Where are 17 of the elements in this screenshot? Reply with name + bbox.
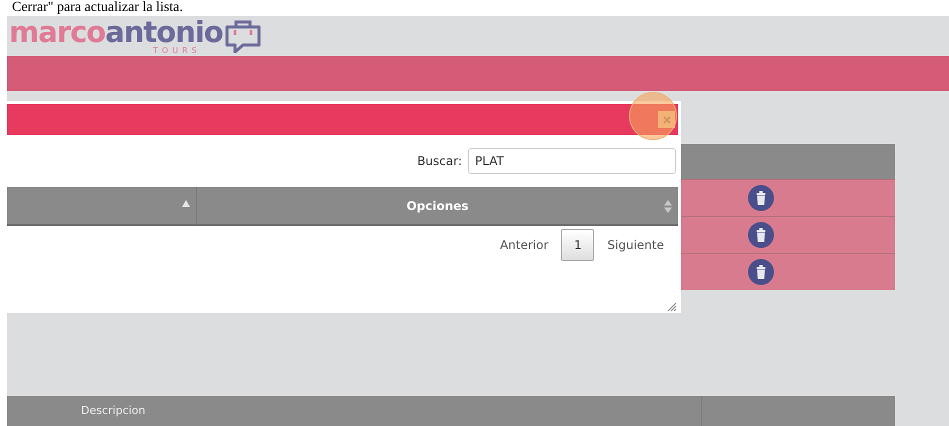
suitcase-chat-icon <box>222 19 263 53</box>
close-icon <box>662 116 670 124</box>
trash-icon[interactable] <box>748 185 774 211</box>
trash-icon[interactable] <box>748 259 774 285</box>
resize-grip-icon[interactable] <box>667 302 677 312</box>
sort-icon[interactable] <box>664 200 672 213</box>
search-field[interactable]: PLAT <box>468 148 676 174</box>
next-link[interactable]: Siguiente <box>607 236 664 254</box>
logo-tagline: TOURS <box>153 46 201 55</box>
logo-text: antonio <box>105 18 223 46</box>
trash-icon[interactable] <box>748 222 774 248</box>
logo-text: marco <box>9 18 106 46</box>
previous-link[interactable]: Anterior <box>500 236 548 254</box>
sort-ascending-icon[interactable] <box>182 200 190 207</box>
caption-text: Cerrar" para actualizar la lista. <box>12 0 183 16</box>
search-label: Buscar: <box>417 153 462 170</box>
page-button[interactable]: 1 <box>561 229 594 261</box>
